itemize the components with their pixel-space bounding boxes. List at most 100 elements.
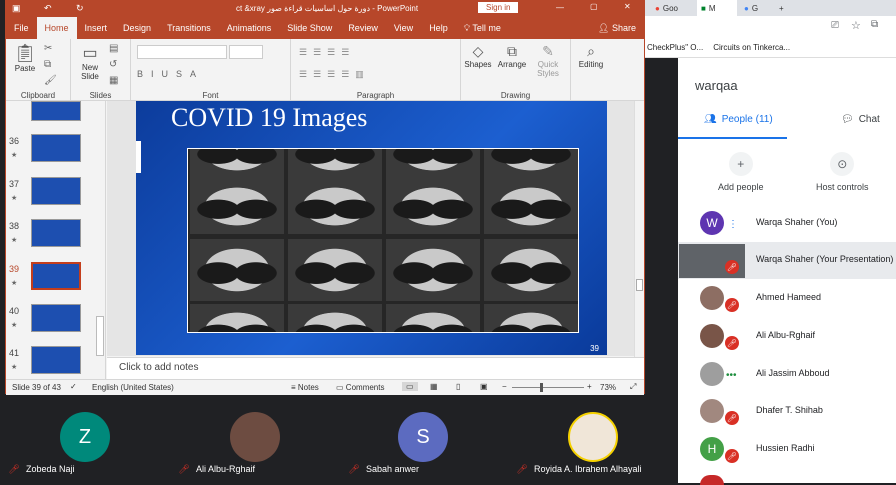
tab-chat[interactable]: 💬︎ Chat [841,114,880,125]
quick-styles-button[interactable]: ✎ Quick Styles [531,43,565,78]
participant-row[interactable]: H 🎤︎ Hussien Radhi [678,431,896,468]
slide-thumbnail[interactable]: 37 ★ [6,177,98,212]
ct-scan-image[interactable] [187,148,579,333]
share-button[interactable]: 👤︎ Share [590,17,644,39]
participant-row[interactable]: 🎤︎ Ahmed Hameed [678,280,896,317]
cast-icon[interactable]: ⎚ [831,20,839,31]
normal-view-icon[interactable]: ▭ [402,382,418,391]
language-status[interactable]: English (United States) [92,383,174,392]
zoom-slider[interactable] [512,387,584,388]
tab-help[interactable]: Help [421,17,456,39]
maximize-icon[interactable]: ▢ [590,2,598,11]
zoom-in-icon[interactable]: + [587,382,592,391]
reset-icon[interactable]: ↺ [109,59,117,70]
align-buttons[interactable]: ☰☰☰☰▥ [299,69,370,80]
undo-icon[interactable]: ↶ [44,3,52,14]
slide-number: 40 [9,306,20,316]
copy-icon[interactable]: ⧉ [44,59,51,70]
slide-thumbnail[interactable]: 38 ★ [6,219,98,254]
cut-icon[interactable]: ✂ [44,43,52,54]
tab-insert[interactable]: Insert [77,17,116,39]
slide-thumbnails-pane[interactable]: 36 ★ 37 ★ 38 ★ 39 ★ 40 ★ 41 ★ [6,101,106,379]
spellcheck-icon[interactable]: ✓ [70,382,77,391]
participant-tile[interactable]: Z 🎤︎ Zobeda Naji [0,394,170,483]
tab-animations[interactable]: Animations [219,17,280,39]
ct-slice [484,239,578,301]
tab-design[interactable]: Design [115,17,159,39]
shapes-button[interactable]: ◇ Shapes [463,43,493,69]
address-bar-area[interactable]: ⎚ ☆ ⧉ [645,16,896,38]
layout-icon[interactable]: ▤ [109,43,118,54]
participant-row[interactable]: 🎤︎ Dhafer T. Shihab [678,393,896,430]
zoom-out-icon[interactable]: − [502,382,507,391]
close-icon[interactable]: ✕ [624,2,631,11]
shapes-label: Shapes [464,60,492,69]
reading-view-icon[interactable]: ▯ [456,382,460,391]
participant-row[interactable]: 🎤︎ Warqa Shaher (Your Presentation) [678,242,896,279]
slide[interactable]: COVID 19 Images 39 [136,101,607,355]
comments-button[interactable]: ▭ Comments [336,383,384,392]
scroll-thumb[interactable] [636,279,643,291]
participant-row[interactable]: W ⋮ Warqa Shaher (You) [678,205,896,242]
browser-tab-active[interactable]: ■ M [697,0,737,16]
bookmark-item[interactable]: Circuits on Tinkerca... [713,43,790,52]
bookmark-item[interactable]: CheckPlus" O... [647,43,703,52]
tab-review[interactable]: Review [340,17,386,39]
font-format-buttons[interactable]: BIUSA [137,69,204,79]
tab-view[interactable]: View [386,17,421,39]
tab-transitions[interactable]: Transitions [159,17,219,39]
person-icon: 👤︎ [598,23,610,33]
extension-icon[interactable]: ⧉ [871,19,878,30]
tab-file[interactable]: File [6,17,37,39]
ct-slice [288,179,382,234]
thumbnails-scrollbar[interactable] [96,316,104,356]
participant-tile[interactable]: 🎤︎ Ali Albu-Rghaif [170,394,340,483]
tell-me-search[interactable]: 💡︎ Tell me [456,17,509,39]
tab-home[interactable]: Home [36,17,77,39]
sign-in-button[interactable]: Sign in [478,2,519,13]
editing-group: ⌕ Editing [571,39,611,101]
notes-icon: ≡ [291,383,296,392]
slide-thumbnail[interactable]: 36 ★ [6,134,98,169]
zoom-level[interactable]: 73% [600,383,616,392]
participant-row[interactable]: 🎤︎ Ali Albu-Rghaif [678,318,896,355]
slideshow-icon[interactable]: ▣ [480,382,488,391]
fit-slide-icon[interactable]: ⤢ [630,382,636,392]
new-tab-button[interactable]: + [775,0,784,16]
font-name-select[interactable] [137,45,227,59]
browser-tab[interactable]: ● Goo [651,0,696,16]
zoom-slider-thumb[interactable] [540,383,543,392]
ct-slice [190,304,284,332]
font-group: BIUSA Font [131,39,291,101]
font-size-select[interactable] [229,45,263,59]
save-icon[interactable]: ▣ [12,3,21,14]
participant-tile[interactable]: S 🎤︎ Sabah anwer [340,394,510,483]
slide-thumbnail[interactable] [6,101,98,136]
redo-icon[interactable]: ↻ [76,3,84,14]
notes-pane[interactable]: Click to add notes [107,357,644,379]
tab-slide-show[interactable]: Slide Show [279,17,340,39]
slide-thumbnail[interactable]: 40 ★ [6,304,98,339]
star-icon[interactable]: ☆ [851,19,861,32]
notes-button[interactable]: ≡ Notes [291,383,319,392]
tab-people[interactable]: 👥︎ People (11) [704,114,773,125]
slide-thumbnail-selected[interactable]: 39 ★ [6,262,98,297]
add-people-button[interactable]: + Add people [718,152,764,192]
format-painter-icon[interactable]: 🖌︎ [44,75,57,86]
arrange-button[interactable]: ⧉ Arrange [495,43,529,69]
editing-button[interactable]: ⌕ Editing [573,43,609,69]
participant-tile[interactable]: 🎤︎ Royida A. Ibrahem Alhayali [510,394,678,483]
slide-sorter-icon[interactable]: ▦ [430,382,438,391]
participant-row[interactable]: ••• Ali Jassim Abboud [678,356,896,393]
minimize-icon[interactable]: — [556,3,564,12]
list-buttons[interactable]: ☰☰☰☰ [299,47,355,58]
paste-button[interactable]: 📋︎ Paste [12,43,38,73]
slide-title[interactable]: COVID 19 Images [171,103,367,133]
section-icon[interactable]: ▦ [109,75,118,86]
slide-scrollbar[interactable] [634,101,644,357]
host-controls-button[interactable]: ⊙ Host controls [816,152,869,192]
browser-tab[interactable]: ● G [740,0,770,16]
new-slide-button[interactable]: ▭ New Slide [77,43,103,81]
tile-avatar [568,412,618,462]
slide-thumbnail[interactable]: 41 ★ [6,346,98,381]
